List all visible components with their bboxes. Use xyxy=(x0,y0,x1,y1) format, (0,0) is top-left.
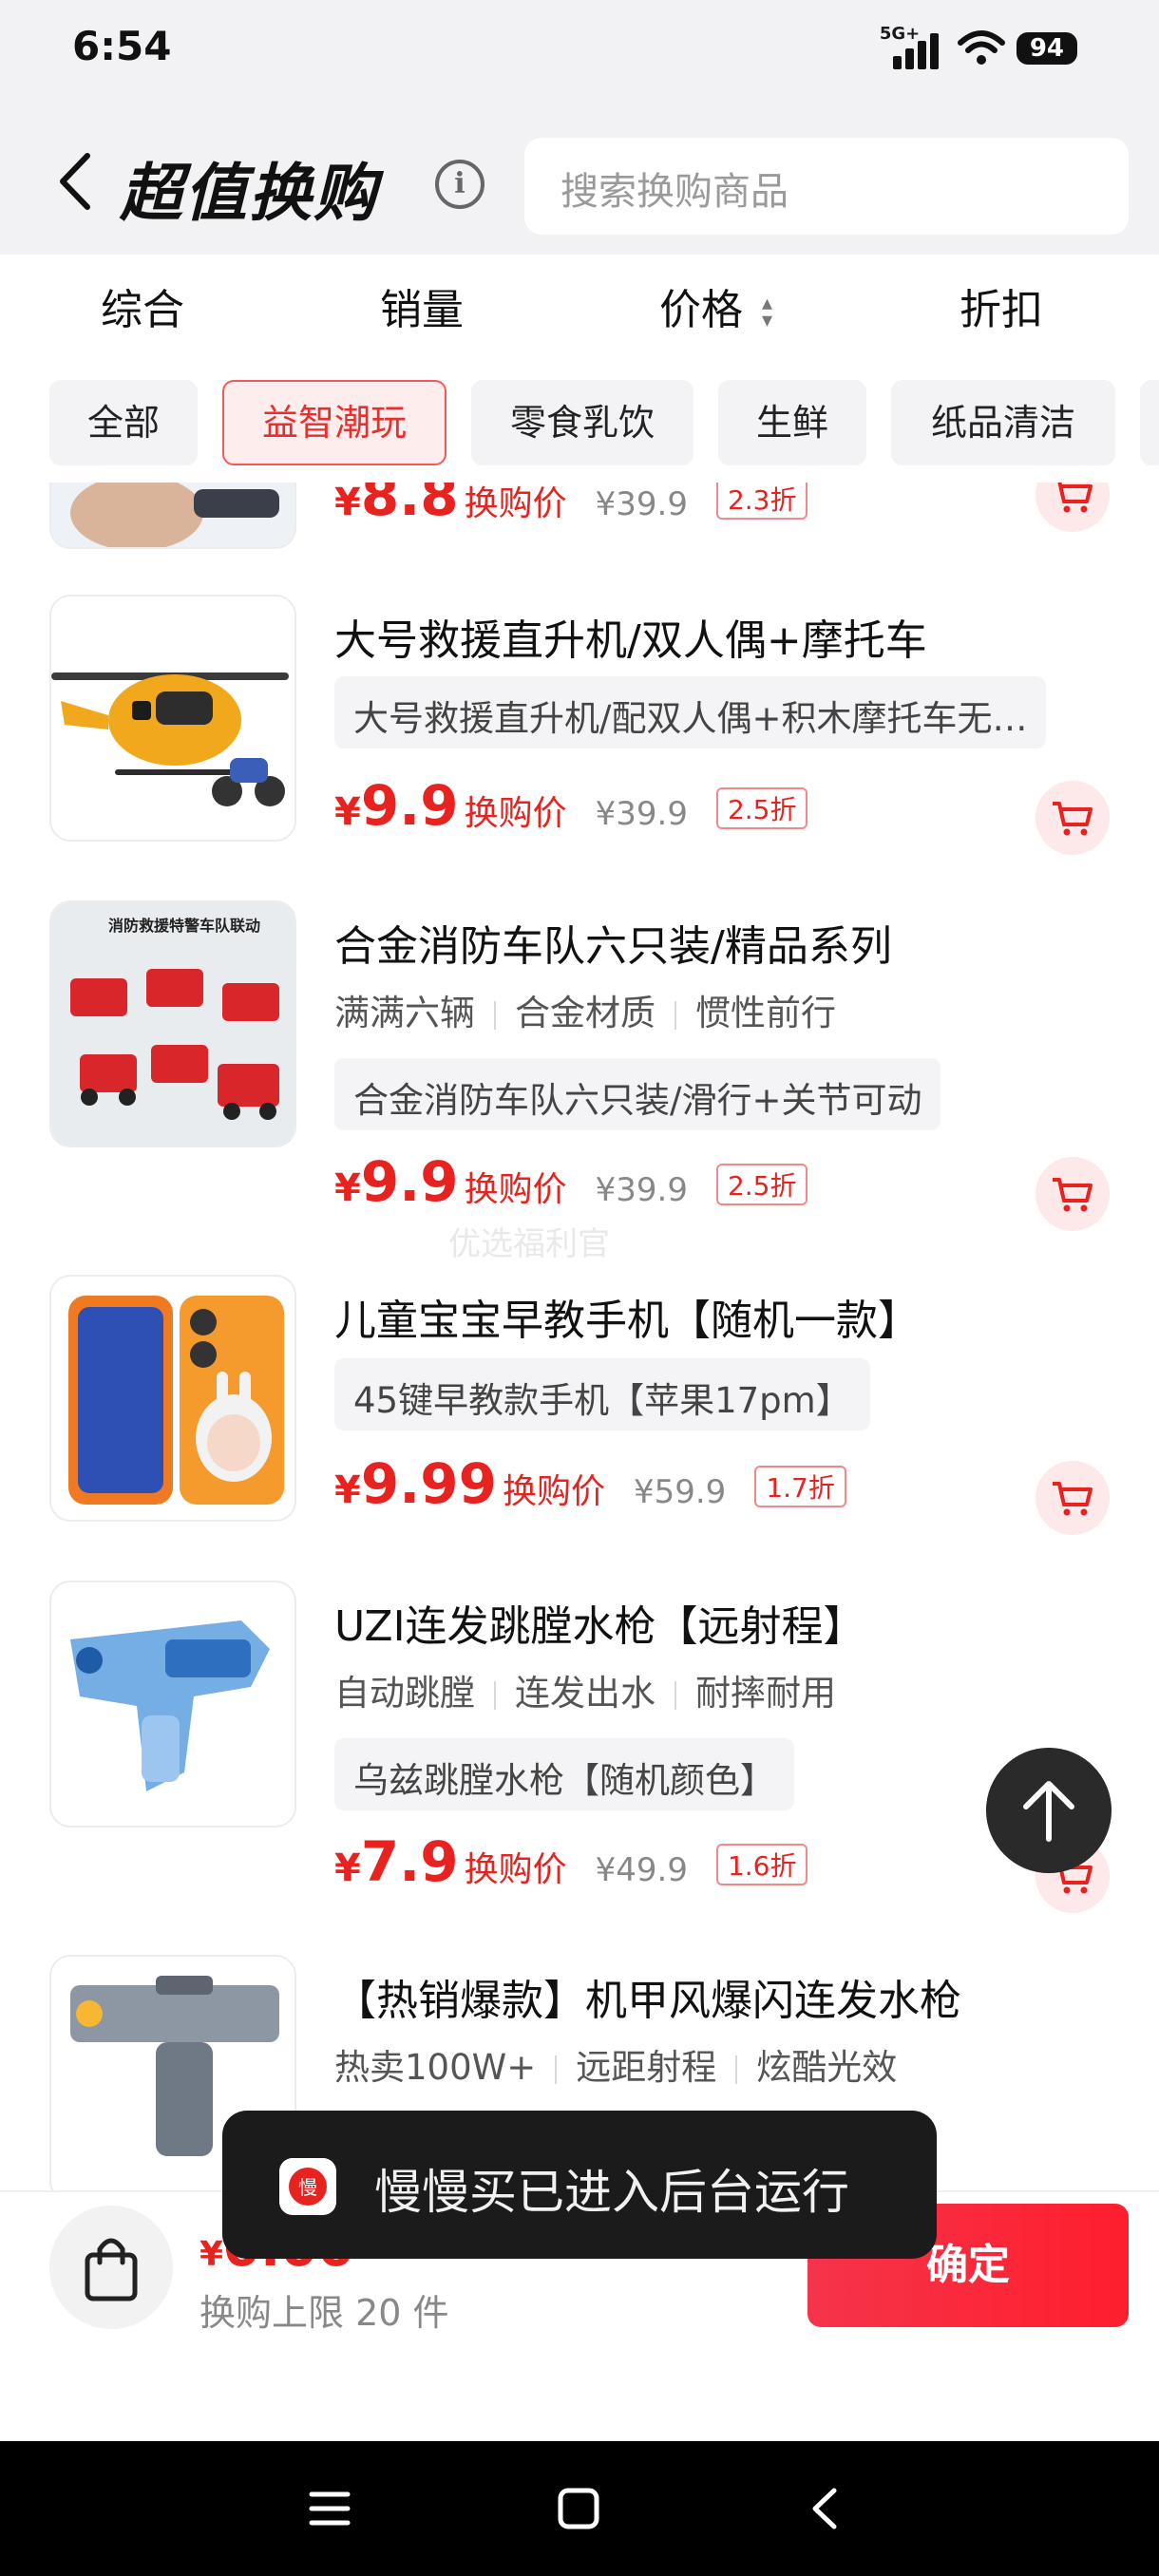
toast-message: 慢慢买已进入后台运行 xyxy=(374,2165,849,2220)
product-image[interactable] xyxy=(49,595,296,842)
product-image[interactable] xyxy=(49,483,296,549)
watermark: 优选福利官 xyxy=(448,1225,610,1263)
battery-indicator: 94 xyxy=(1016,32,1077,65)
product-title: 【热销爆款】机甲风爆闪连发水枪 xyxy=(334,1977,961,2025)
cart-icon[interactable] xyxy=(1036,1461,1110,1535)
wifi-icon xyxy=(957,30,1005,65)
cart-icon[interactable] xyxy=(1036,483,1110,532)
page-title: 超值换购 xyxy=(120,157,378,230)
chevron-left-icon[interactable] xyxy=(53,150,95,213)
product-image-caption: 消防救援特警车队联动 xyxy=(108,917,260,935)
status-icons: 5G+ 94 xyxy=(879,24,1077,72)
product-title: 大号救援直升机/双人偶+摩托车 xyxy=(334,616,927,665)
status-time: 6:54 xyxy=(72,23,172,69)
status-bar: 6:54 5G+ 94 xyxy=(0,0,1159,104)
menu-icon[interactable] xyxy=(306,2485,353,2532)
category-chip[interactable]: 零食乳饮 xyxy=(471,380,694,465)
network-type: 5G+ xyxy=(879,24,921,44)
product-tags: 热卖100W+ 远距射程 炫酷光效 xyxy=(334,2047,898,2088)
product-price: ¥9.9 换购价 ¥39.9 2.5折 xyxy=(334,1149,808,1214)
system-nav-bar xyxy=(0,2441,1159,2576)
sort-tab-price-label: 价格 xyxy=(659,286,743,334)
category-chip-more[interactable] xyxy=(1140,380,1159,465)
product-image[interactable] xyxy=(49,1581,296,1828)
product-spec: 45键早教款手机【苹果17pm】 xyxy=(334,1358,870,1430)
svg-text:慢: 慢 xyxy=(298,2176,317,2199)
product-price: ¥8.8 换购价 ¥39.9 2.3折 xyxy=(334,483,808,528)
exchange-limit: 换购上限 20 件 xyxy=(200,2292,449,2334)
sort-bar: 综合 销量 价格 ▴ ▾ 折扣 xyxy=(0,255,1159,369)
category-chip[interactable]: 纸品清洁 xyxy=(891,380,1115,465)
category-chip[interactable]: 生鲜 xyxy=(718,380,866,465)
product-image[interactable] xyxy=(49,1275,296,1522)
category-chip-active[interactable]: 益智潮玩 xyxy=(222,380,446,465)
cart-icon[interactable] xyxy=(1036,1157,1110,1231)
sort-tab-sales[interactable]: 销量 xyxy=(380,275,464,336)
app-logo-icon: 慢 xyxy=(279,2158,336,2215)
product-spec: 乌兹跳膛水枪【随机颜色】 xyxy=(334,1738,794,1810)
product-image[interactable]: 消防救援特警车队联动 xyxy=(49,900,296,1147)
category-chip[interactable]: 全部 xyxy=(49,380,198,465)
product-title: 合金消防车队六只装/精品系列 xyxy=(334,922,892,971)
product-price: ¥9.9 换购价 ¥39.9 2.5折 xyxy=(334,773,808,838)
page-header: 超值换购 i 搜索换购商品 xyxy=(0,104,1159,255)
product-spec: 大号救援直升机/配双人偶+积木摩托车无… xyxy=(334,676,1047,748)
product-spec: 合金消防车队六只装/滑行+关节可动 xyxy=(334,1058,941,1130)
back-icon[interactable] xyxy=(802,2485,849,2532)
product-price: ¥9.99 换购价 ¥59.9 1.7折 xyxy=(334,1451,846,1516)
product-tags: 满满六辆 合金材质 惯性前行 xyxy=(334,993,836,1033)
cart-icon[interactable] xyxy=(1036,781,1110,855)
sort-arrows-icon: ▴ ▾ xyxy=(762,292,773,332)
sort-tab-price[interactable]: 价格 ▴ ▾ xyxy=(659,275,772,336)
home-square-icon[interactable] xyxy=(555,2485,602,2532)
sort-tab-discount[interactable]: 折扣 xyxy=(960,275,1043,336)
search-input[interactable]: 搜索换购商品 xyxy=(524,138,1129,235)
signal-icon: 5G+ xyxy=(879,24,946,71)
toast: 慢 慢慢买已进入后台运行 xyxy=(222,2111,937,2259)
product-title: 儿童宝宝早教手机【随机一款】 xyxy=(334,1297,920,1345)
shopping-bag-icon[interactable] xyxy=(49,2206,173,2329)
category-bar: 全部 益智潮玩 零食乳饮 生鲜 纸品清洁 xyxy=(0,369,1159,483)
product-title: UZI连发跳膛水枪【远射程】 xyxy=(334,1602,865,1651)
sort-tab-overall[interactable]: 综合 xyxy=(101,275,184,336)
product-price: ¥7.9 换购价 ¥49.9 1.6折 xyxy=(334,1829,808,1894)
info-icon[interactable]: i xyxy=(435,160,484,209)
arrow-up-icon[interactable] xyxy=(986,1748,1112,1873)
product-tags: 自动跳膛 连发出水 耐摔耐用 xyxy=(334,1673,836,1714)
product-list[interactable]: ¥8.8 换购价 ¥39.9 2.3折 大号救援直升机/双人偶+摩托车 大号救援直升机… xyxy=(0,483,1159,2192)
